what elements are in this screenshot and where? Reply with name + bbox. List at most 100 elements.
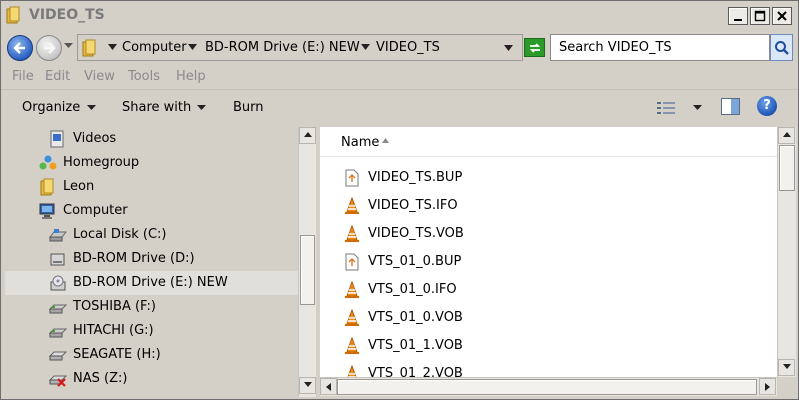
maximize-icon <box>754 10 766 22</box>
scrollbar-corner <box>777 377 796 396</box>
document-icon <box>345 253 359 271</box>
nav-item-leon[interactable]: Leon <box>5 175 298 199</box>
document-icon <box>345 169 359 187</box>
nav-item-label: Computer <box>63 203 128 218</box>
back-arrow-icon <box>13 42 25 54</box>
scroll-down-button[interactable] <box>778 359 795 376</box>
scroll-left-icon <box>325 383 331 391</box>
nav-item-nas-z[interactable]: NAS (Z:) <box>5 367 298 391</box>
nav-item-bd-rom-d[interactable]: BD-ROM Drive (D:) <box>5 247 298 271</box>
menu-help[interactable]: Help <box>176 69 206 84</box>
file-row[interactable]: VIDEO_TS.IFO <box>320 192 777 220</box>
file-name: VTS_01_1.VOB <box>368 338 463 353</box>
external-drive-icon <box>49 328 67 338</box>
scrollbar-thumb[interactable] <box>779 145 795 191</box>
share-with-button[interactable]: Share with <box>122 100 191 115</box>
scroll-left-button[interactable] <box>320 378 337 395</box>
file-row[interactable]: VTS_01_0.VOB <box>320 304 777 332</box>
change-view-icon[interactable] <box>656 100 678 116</box>
nav-item-label: Leon <box>63 179 95 194</box>
file-name: VTS_01_2.VOB <box>368 366 463 377</box>
nav-item-local-disk-c[interactable]: Local Disk (C:) <box>5 223 298 247</box>
navigation-pane-scrollbar[interactable] <box>298 127 316 397</box>
scroll-up-button[interactable] <box>778 127 795 144</box>
drive-icon <box>49 351 67 361</box>
scroll-right-button[interactable] <box>759 378 776 395</box>
command-bar: Organize Share with Burn ? <box>1 89 798 125</box>
forward-button[interactable] <box>36 35 62 61</box>
burn-button[interactable]: Burn <box>233 100 264 115</box>
search-input[interactable]: Search VIDEO_TS <box>550 34 770 61</box>
nav-item-label: Local Disk (C:) <box>73 227 167 242</box>
organize-button[interactable]: Organize <box>22 100 80 115</box>
menu-bar: File Edit View Tools Help <box>1 63 798 89</box>
nav-item-hitachi-g[interactable]: HITACHI (G:) <box>5 319 298 343</box>
recent-pages-dropdown-icon[interactable] <box>64 43 73 49</box>
close-button[interactable] <box>772 7 792 25</box>
refresh-button[interactable] <box>524 38 545 57</box>
menu-edit[interactable]: Edit <box>45 69 70 84</box>
bd-rom-disc-icon <box>50 275 66 291</box>
file-row[interactable]: VTS_01_1.VOB <box>320 332 777 360</box>
vlc-cone-icon <box>345 197 359 214</box>
maximize-button[interactable] <box>750 7 770 25</box>
file-row[interactable]: VTS_01_0.IFO <box>320 276 777 304</box>
menu-view[interactable]: View <box>84 69 115 84</box>
folder-icon <box>6 6 20 24</box>
nav-item-videos[interactable]: Videos <box>5 127 298 151</box>
breadcrumb-arrow-icon[interactable] <box>361 44 370 51</box>
search-icon <box>774 41 789 55</box>
breadcrumb-arrow-icon[interactable] <box>108 44 117 51</box>
minimize-button[interactable] <box>728 7 748 25</box>
address-bar[interactable]: Computer BD-ROM Drive (E:) NEW VIDEO_TS <box>77 34 523 61</box>
file-name: VIDEO_TS.VOB <box>368 226 464 241</box>
nav-item-homegroup[interactable]: Homegroup <box>5 151 298 175</box>
breadcrumb-video-ts[interactable]: VIDEO_TS <box>376 40 440 55</box>
back-button[interactable] <box>7 35 33 61</box>
sort-ascending-icon <box>382 138 389 143</box>
menu-tools[interactable]: Tools <box>128 69 160 84</box>
vlc-cone-icon <box>345 281 359 298</box>
help-button[interactable]: ? <box>757 96 777 116</box>
preview-pane-button[interactable] <box>721 98 740 115</box>
file-row[interactable]: VTS_01_2.VOB <box>320 360 777 377</box>
breadcrumb-bd-rom-drive[interactable]: BD-ROM Drive (E:) NEW <box>205 40 360 55</box>
folder-icon <box>82 39 96 57</box>
nav-item-bd-rom-e[interactable]: BD-ROM Drive (E:) NEW <box>5 271 298 295</box>
file-row[interactable]: VIDEO_TS.BUP <box>320 164 777 192</box>
nav-item-label: Homegroup <box>63 155 140 170</box>
breadcrumb-arrow-icon[interactable] <box>188 44 197 51</box>
scrollbar-thumb[interactable] <box>337 379 757 395</box>
nav-item-computer[interactable]: Computer <box>5 199 298 223</box>
column-header-label: Name <box>341 135 380 150</box>
view-options-dropdown-icon[interactable] <box>693 105 702 111</box>
file-row[interactable]: VTS_01_0.BUP <box>320 248 777 276</box>
file-row[interactable]: VIDEO_TS.VOB <box>320 220 777 248</box>
file-name: VIDEO_TS.IFO <box>368 198 458 213</box>
nav-item-seagate-h[interactable]: SEAGATE (H:) <box>5 343 298 367</box>
column-header-name[interactable]: Name <box>320 127 777 157</box>
address-row: Computer BD-ROM Drive (E:) NEW VIDEO_TS … <box>1 31 798 63</box>
vlc-cone-icon <box>345 337 359 354</box>
file-name: VTS_01_0.BUP <box>368 254 462 269</box>
refresh-icon <box>529 43 540 53</box>
vlc-cone-icon <box>345 309 359 326</box>
scrollbar-thumb[interactable] <box>300 235 315 305</box>
file-name: VTS_01_0.IFO <box>368 282 457 297</box>
nav-item-toshiba-f[interactable]: TOSHIBA (F:) <box>5 295 298 319</box>
scroll-down-button[interactable] <box>299 377 316 394</box>
file-name: VIDEO_TS.BUP <box>368 170 463 185</box>
nav-item-label: BD-ROM Drive (E:) NEW <box>73 275 228 290</box>
search-button[interactable] <box>770 34 793 61</box>
local-disk-icon <box>49 229 67 242</box>
file-list-vertical-scrollbar[interactable] <box>777 127 796 377</box>
scroll-up-button[interactable] <box>299 127 316 144</box>
user-folder-icon <box>40 178 54 196</box>
address-history-dropdown-icon[interactable] <box>504 45 513 52</box>
breadcrumb-computer[interactable]: Computer <box>122 40 187 55</box>
menu-file[interactable]: File <box>12 69 34 84</box>
scroll-up-icon <box>303 132 312 137</box>
title-bar: VIDEO_TS <box>1 1 798 31</box>
file-list-horizontal-scrollbar[interactable] <box>320 377 777 396</box>
preview-pane-icon <box>731 99 739 114</box>
